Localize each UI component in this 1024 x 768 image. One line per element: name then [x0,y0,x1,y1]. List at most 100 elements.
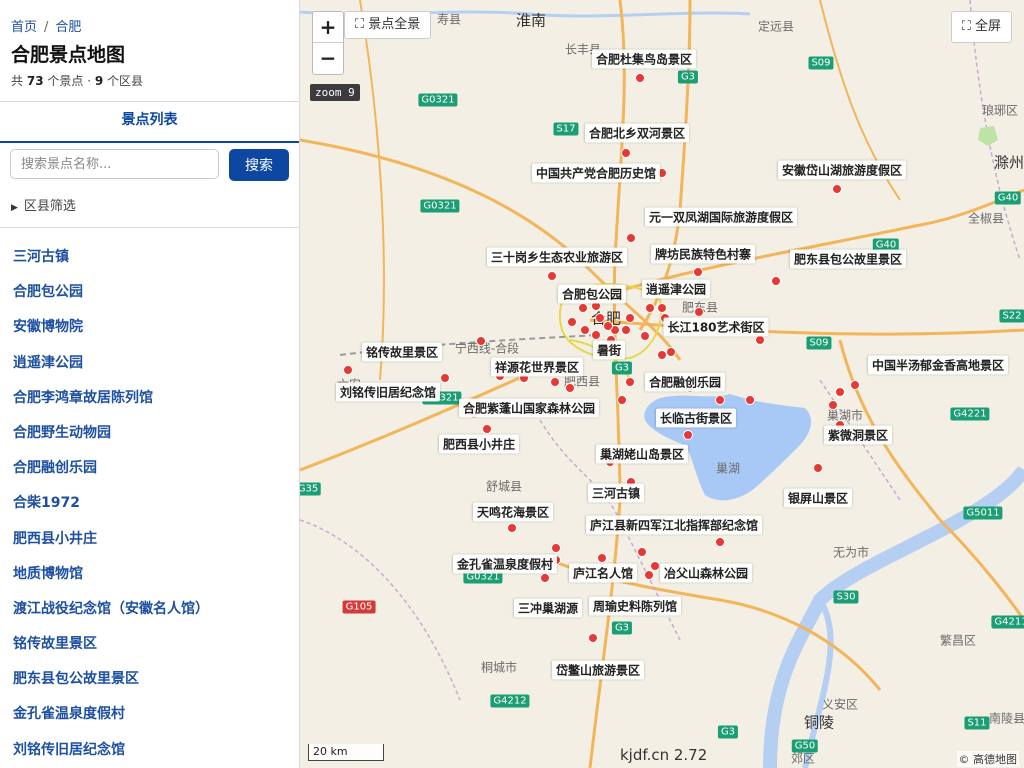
spot-marker[interactable] [625,377,635,387]
spot-marker[interactable] [580,325,590,335]
search-input[interactable] [10,149,219,179]
spot-marker[interactable] [745,395,755,405]
spot-map-label[interactable]: 中国共产党合肥历史馆 [531,163,661,183]
district-filter-toggle[interactable]: ▶ 区县筛选 [11,195,76,214]
spot-marker[interactable] [635,73,645,83]
map[interactable]: 淮南寿县长丰县定远县滁州琅琊区全椒县肥东县合肥巢湖市巢湖舒城县肥西县无为市铜陵繁… [300,0,1024,768]
spot-map-label[interactable]: 长江180艺术街区 [663,317,769,337]
spot-map-label[interactable]: 合肥融创乐园 [644,372,726,392]
spot-marker[interactable] [603,321,613,331]
spot-list-item[interactable]: 渡江战役纪念馆（安徽名人馆） [0,592,299,627]
spot-marker[interactable] [476,336,486,346]
spot-map-label[interactable]: 祥源花世界景区 [490,357,584,377]
spot-marker[interactable] [835,387,845,397]
spot-marker[interactable] [683,430,693,440]
spot-list-item[interactable]: 逍遥津公园 [0,346,299,381]
overview-button[interactable]: ⛶ 景点全景 [344,11,432,39]
spot-marker[interactable] [640,331,650,341]
spot-map-label[interactable]: 安徽岱山湖旅游度假区 [777,160,907,180]
spot-marker[interactable] [657,350,667,360]
spot-map-label[interactable]: 合肥紫蓬山国家森林公园 [458,398,600,418]
spot-map-label[interactable]: 铭传故里景区 [361,342,443,362]
spot-marker[interactable] [617,395,627,405]
spot-marker[interactable] [565,383,575,393]
spot-marker[interactable] [637,547,647,557]
spot-list-item[interactable]: 合肥野生动物园 [0,416,299,451]
spot-map-label[interactable]: 天鸣花海景区 [472,502,554,522]
breadcrumb-current-link[interactable]: 合肥 [55,20,81,35]
spot-list-item[interactable]: 地质博物馆 [0,557,299,592]
spot-map-label[interactable]: 牌坊民族特色村寨 [650,244,756,264]
spot-marker[interactable] [567,317,577,327]
spot-marker[interactable] [621,148,631,158]
spot-marker[interactable] [625,313,635,323]
tab-spot-list[interactable]: 景点列表 [0,102,299,139]
spot-list-item[interactable]: 合柴1972 [0,486,299,521]
spot-map-label[interactable]: 冶父山森林公园 [659,563,753,583]
spot-marker[interactable] [507,523,517,533]
spot-map-label[interactable]: 中国半汤郁金香高地景区 [867,355,1009,375]
spot-marker[interactable] [591,330,601,340]
spot-map-label[interactable]: 三冲巢湖源 [513,598,583,618]
spot-marker[interactable] [694,307,704,317]
spot-marker[interactable] [850,380,860,390]
spot-marker[interactable] [650,561,660,571]
spot-map-label[interactable]: 暑街 [592,340,626,360]
spot-marker[interactable] [547,271,557,281]
spot-map-label[interactable]: 岱鳖山旅游景区 [551,660,645,680]
spot-marker[interactable] [828,400,838,410]
spot-map-label[interactable]: 紫微洞景区 [823,425,893,445]
spot-marker[interactable] [343,365,353,375]
spot-list-item[interactable]: 三河古镇 [0,240,299,275]
spot-map-label[interactable]: 合肥杜集鸟岛景区 [591,49,697,69]
spot-marker[interactable] [621,325,631,335]
spot-map-label[interactable]: 三河古镇 [587,483,645,503]
spot-marker[interactable] [597,553,607,563]
spot-marker[interactable] [813,463,823,473]
spot-marker[interactable] [540,573,550,583]
spot-marker[interactable] [715,395,725,405]
spot-map-label[interactable]: 周瑜史料陈列馆 [588,596,682,616]
spot-map-label[interactable]: 元一双凤湖国际旅游度假区 [644,207,798,227]
zoom-in-button[interactable]: + [313,12,343,43]
spot-map-label[interactable]: 合肥包公园 [557,284,627,304]
spot-marker[interactable] [666,347,676,357]
spot-list-item[interactable]: 安徽博物院 [0,310,299,345]
spot-list-item[interactable]: 金孔雀温泉度假村 [0,697,299,732]
spot-marker[interactable] [626,233,636,243]
spot-marker[interactable] [645,303,655,313]
spot-marker[interactable] [482,424,492,434]
zoom-out-button[interactable]: − [313,43,343,73]
spot-list-item[interactable]: 合肥融创乐园 [0,451,299,486]
spot-list-item[interactable]: 合肥包公园 [0,275,299,310]
spot-list-item[interactable]: 刘铭传旧居纪念馆 [0,733,299,768]
spot-marker[interactable] [693,267,703,277]
spot-list-item[interactable]: 肥西县小井庄 [0,522,299,557]
spot-marker[interactable] [578,303,588,313]
spot-map-label[interactable]: 合肥北乡双河景区 [584,123,690,143]
spot-map-label[interactable]: 逍遥津公园 [641,279,711,299]
spot-list-item[interactable]: 铭传故里景区 [0,627,299,662]
spot-map-label[interactable]: 刘铭传旧居纪念馆 [335,382,441,402]
spot-list-item[interactable]: 肥东县包公故里景区 [0,662,299,697]
spot-marker[interactable] [715,537,725,547]
breadcrumb-home-link[interactable]: 首页 [11,20,37,35]
spot-map-label[interactable]: 金孔雀温泉度假村 [452,554,558,574]
spot-marker[interactable] [832,184,842,194]
spot-map-label[interactable]: 三十岗乡生态农业旅游区 [486,247,628,267]
spot-marker[interactable] [644,570,654,580]
spot-marker[interactable] [755,335,765,345]
spot-marker[interactable] [551,543,561,553]
search-button[interactable]: 搜索 [229,149,289,181]
spot-map-label[interactable]: 银屏山景区 [783,488,853,508]
spot-marker[interactable] [440,373,450,383]
spot-map-label[interactable]: 巢湖姥山岛景区 [595,444,689,464]
spot-map-label[interactable]: 庐江县新四军江北指挥部纪念馆 [585,515,763,535]
spot-map-label[interactable]: 肥西县小井庄 [438,434,520,454]
fullscreen-button[interactable]: ⛶ 全屏 [950,11,1012,43]
spot-map-label[interactable]: 长临古街景区 [655,408,737,428]
spot-list-item[interactable]: 合肥李鸿章故居陈列馆 [0,381,299,416]
spot-map-label[interactable]: 肥东县包公故里景区 [789,249,907,269]
spot-marker[interactable] [771,276,781,286]
spot-map-label[interactable]: 庐江名人馆 [568,563,638,583]
